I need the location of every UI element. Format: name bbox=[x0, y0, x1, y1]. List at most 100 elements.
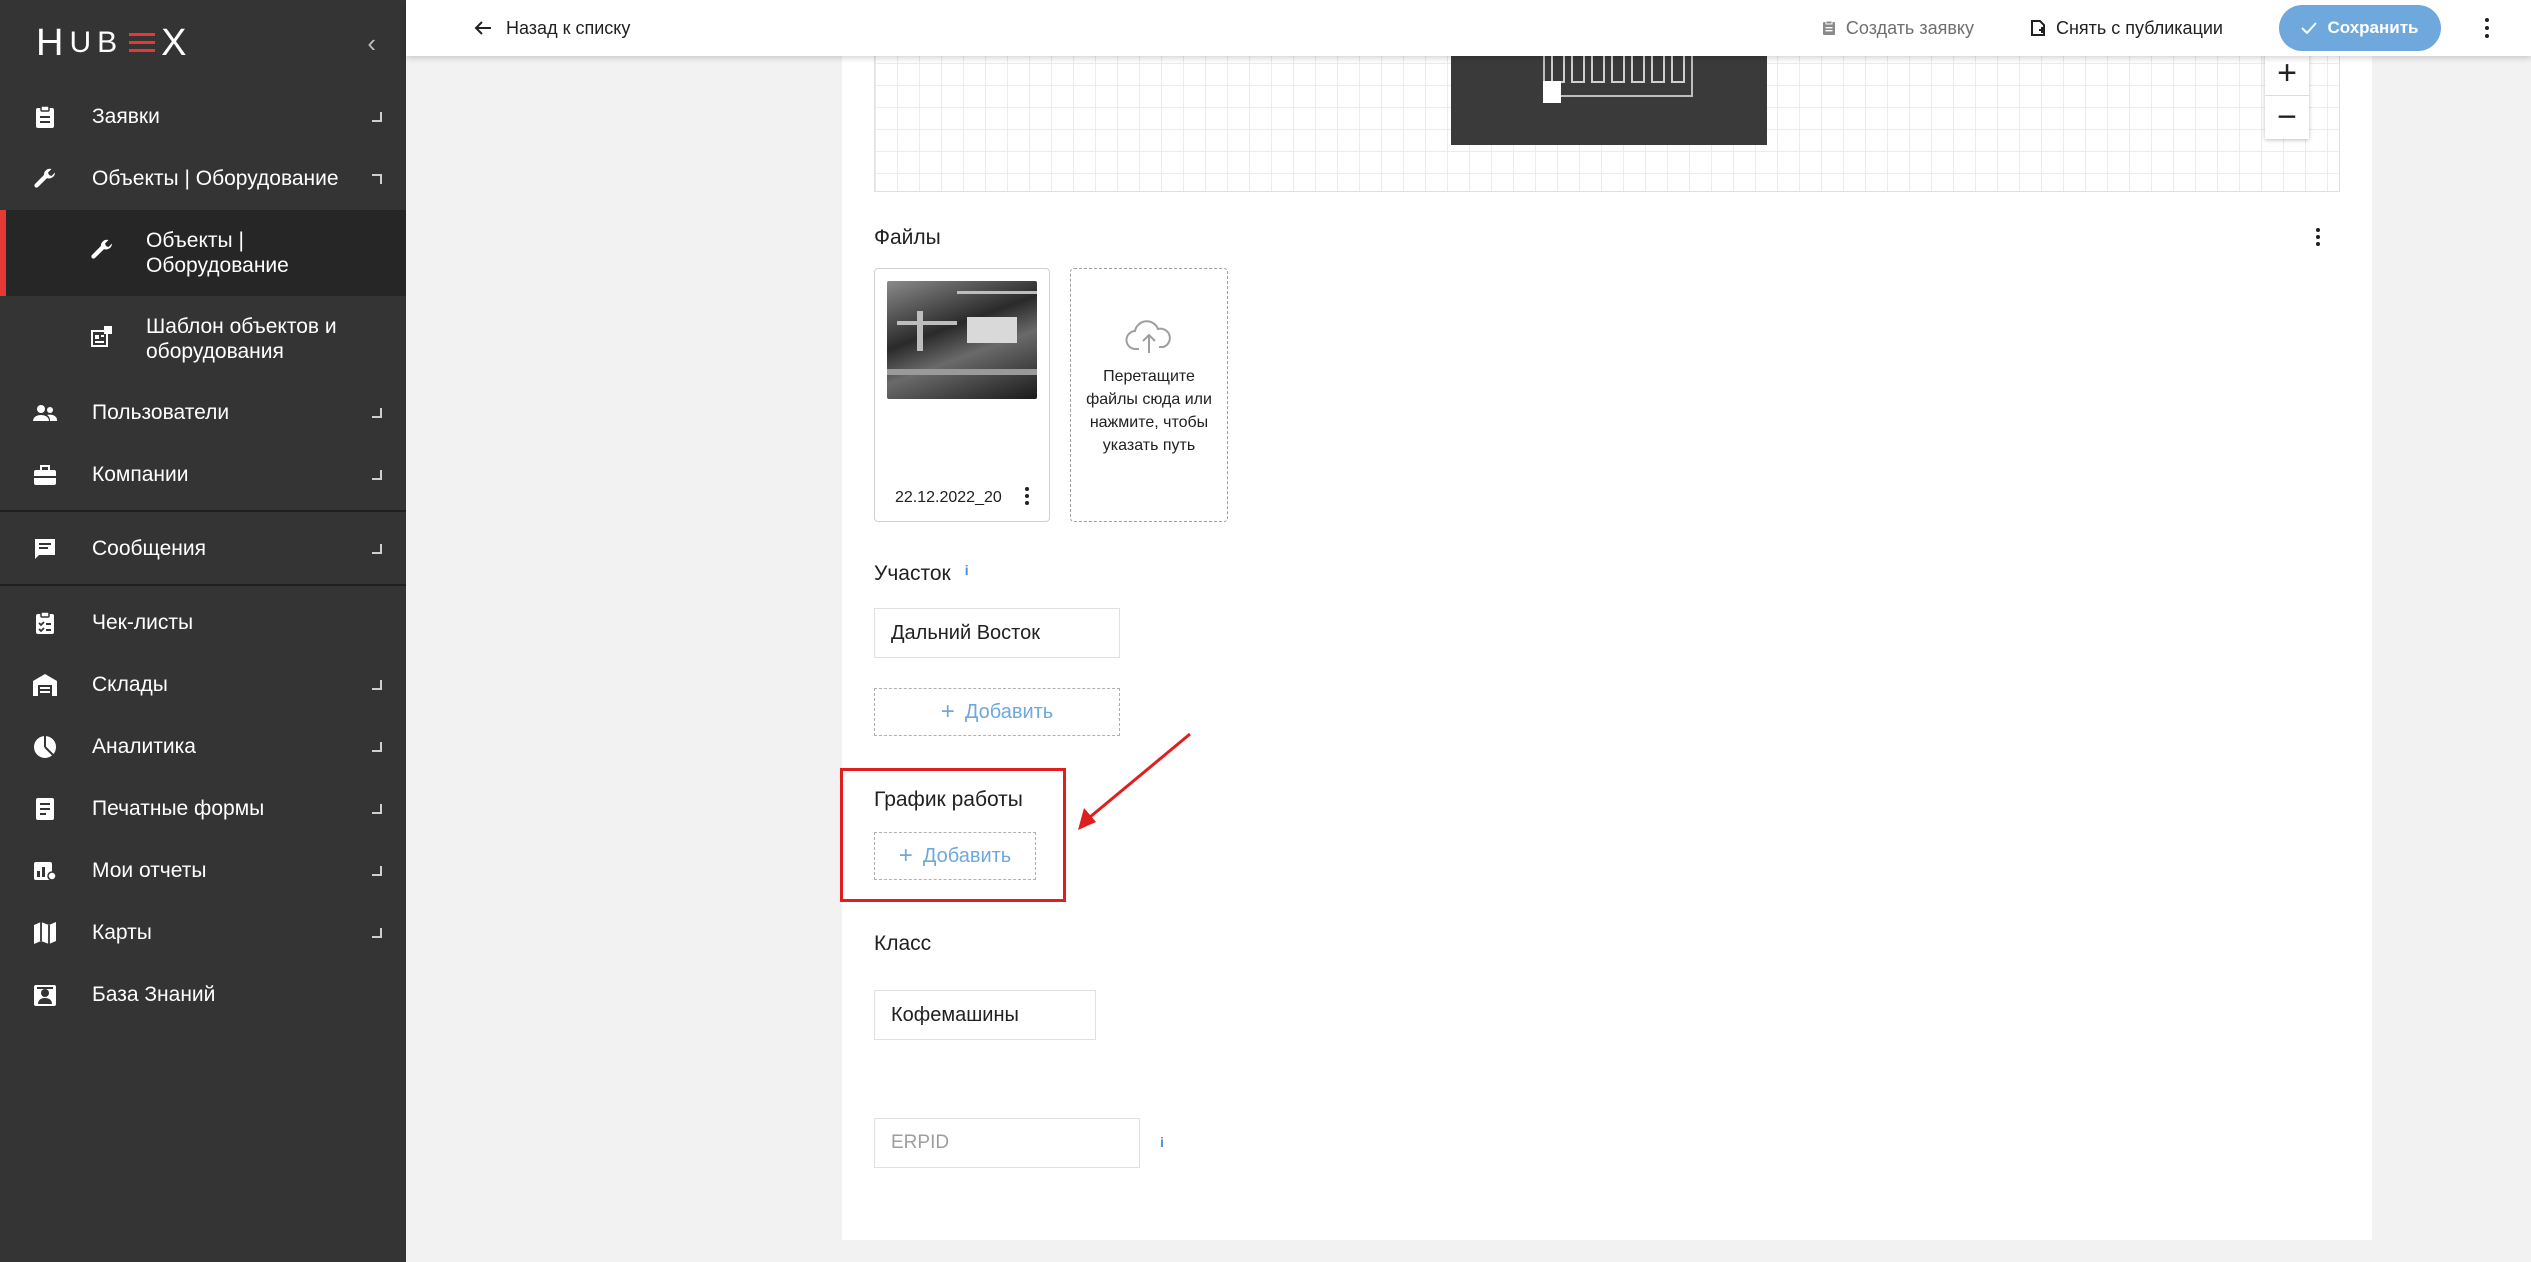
expand-icon bbox=[372, 928, 382, 938]
file-card[interactable]: 22.12.2022_20 bbox=[874, 268, 1050, 522]
save-button[interactable]: Сохранить bbox=[2279, 5, 2441, 51]
sidebar-item-checklists[interactable]: Чек-листы bbox=[0, 592, 406, 654]
class-value[interactable]: Кофемашины bbox=[874, 990, 1096, 1040]
create-request-button[interactable]: Создать заявку bbox=[1822, 18, 1974, 39]
sidebar-item-label: База Знаний bbox=[92, 983, 216, 1006]
file-menu-icon[interactable] bbox=[1025, 487, 1029, 505]
message-icon bbox=[32, 536, 58, 562]
info-icon[interactable]: i bbox=[965, 562, 969, 578]
sidebar-item-warehouses[interactable]: Склады bbox=[0, 654, 406, 716]
create-request-label: Создать заявку bbox=[1845, 17, 1974, 38]
pie-chart-icon bbox=[32, 734, 58, 760]
top-bar: Назад к списку Создать заявку Снять с пу… bbox=[406, 0, 2531, 56]
brand: H UB X ‹ bbox=[0, 0, 406, 86]
sidebar-nav-messages: Сообщения bbox=[0, 518, 406, 580]
file-thumbnail bbox=[887, 281, 1037, 399]
sidebar-item-label: Аналитика bbox=[92, 735, 196, 758]
warehouse-icon bbox=[32, 672, 58, 698]
expand-icon bbox=[372, 866, 382, 876]
expand-icon bbox=[372, 408, 382, 418]
files-title: Файлы bbox=[874, 226, 941, 249]
sidebar-item-objects[interactable]: Объекты | Оборудование bbox=[0, 148, 406, 210]
expand-icon bbox=[372, 470, 382, 480]
zoom-in-button[interactable]: + bbox=[2265, 51, 2309, 95]
map-marker[interactable] bbox=[1543, 81, 1561, 103]
expand-icon bbox=[372, 680, 382, 690]
erpid-field[interactable]: ERPID bbox=[874, 1118, 1140, 1168]
sidebar-item-maps[interactable]: Карты bbox=[0, 902, 406, 964]
arrow-left-icon bbox=[474, 21, 491, 35]
sidebar-item-label: Объекты | Оборудование bbox=[92, 167, 339, 190]
collapse-sidebar-icon[interactable]: ‹ bbox=[367, 28, 376, 59]
clipboard-icon bbox=[1822, 20, 1835, 35]
dropzone-text: Перетащите файлы сюда или нажмите, чтобы… bbox=[1086, 368, 1212, 454]
cloud-upload-icon bbox=[1125, 320, 1171, 353]
expand-icon bbox=[372, 742, 382, 752]
hubex-logo[interactable]: H UB X bbox=[36, 22, 193, 65]
sidebar-item-label: Печатные формы bbox=[92, 797, 265, 820]
file-dropzone[interactable]: Перетащите файлы сюда или нажмите, чтобы… bbox=[1070, 268, 1228, 522]
highlight-box bbox=[840, 768, 1066, 902]
users-icon bbox=[32, 400, 58, 426]
sidebar-item-label: Компании bbox=[92, 463, 189, 486]
sidebar-item-knowledge-base[interactable]: База Знаний bbox=[0, 964, 406, 1026]
info-icon[interactable]: i bbox=[1160, 1134, 1164, 1150]
sidebar-item-label: Склады bbox=[92, 673, 168, 696]
sidebar-item-analytics[interactable]: Аналитика bbox=[0, 716, 406, 778]
sidebar-item-label: Сообщения bbox=[92, 537, 206, 560]
clipboard-icon bbox=[32, 104, 58, 130]
floor-plan-map[interactable]: + − bbox=[874, 40, 2340, 192]
sidebar-item-label: Карты bbox=[92, 921, 152, 944]
knowledge-base-icon bbox=[32, 982, 58, 1008]
back-to-list-button[interactable]: Назад к списку bbox=[474, 18, 630, 39]
sidebar-subitem-objects[interactable]: Объекты | Оборудование bbox=[0, 210, 406, 296]
briefcase-icon bbox=[32, 462, 58, 488]
sidebar-item-companies[interactable]: Компании bbox=[0, 444, 406, 506]
annotation-arrow-icon bbox=[1078, 732, 1191, 830]
sidebar-item-label: Чек-листы bbox=[92, 611, 194, 634]
add-label: Добавить bbox=[964, 700, 1054, 723]
expand-icon bbox=[372, 804, 382, 814]
sidebar-item-print-forms[interactable]: Печатные формы bbox=[0, 778, 406, 840]
sidebar-item-users[interactable]: Пользователи bbox=[0, 382, 406, 444]
expand-icon bbox=[372, 544, 382, 554]
sidebar-subitem-template[interactable]: Шаблон объектов и оборудования bbox=[0, 296, 406, 382]
unpublish-label: Снять с публикации bbox=[2055, 17, 2223, 38]
divider bbox=[0, 510, 406, 512]
object-card: + − Файлы 22.12.2022_20 Перетащите файлы… bbox=[842, 40, 2372, 1240]
floor-plan-image bbox=[1451, 41, 1767, 145]
sidebar: H UB X ‹ Заявки Объекты | Оборудование Объ… bbox=[0, 0, 406, 1262]
plus-icon: + bbox=[940, 698, 955, 725]
sidebar-item-label: Пользователи bbox=[92, 401, 230, 424]
sidebar-item-messages[interactable]: Сообщения bbox=[0, 518, 406, 580]
divider bbox=[0, 584, 406, 586]
expand-icon bbox=[372, 112, 382, 122]
zoom-controls: + − bbox=[2265, 51, 2309, 139]
sidebar-item-reports[interactable]: Мои отчеты bbox=[0, 840, 406, 902]
sidebar-nav: Заявки Объекты | Оборудование Объекты | … bbox=[0, 86, 406, 506]
sidebar-item-label: Объекты | Оборудование bbox=[146, 229, 289, 277]
wrench-icon bbox=[90, 238, 116, 268]
files-menu-icon[interactable] bbox=[2316, 228, 2320, 246]
site-title-text: Участок bbox=[874, 562, 951, 585]
more-menu-icon[interactable] bbox=[2477, 18, 2497, 38]
wrench-icon bbox=[32, 166, 58, 192]
add-site-button[interactable]: + Добавить bbox=[874, 688, 1120, 736]
sidebar-item-label: Заявки bbox=[92, 105, 160, 128]
file-name: 22.12.2022_20 bbox=[895, 489, 1002, 506]
sidebar-item-label: Шаблон объектов и оборудования bbox=[146, 315, 337, 363]
report-icon bbox=[32, 858, 58, 884]
collapse-icon bbox=[372, 174, 382, 184]
check-icon bbox=[2301, 22, 2318, 34]
unpublish-icon bbox=[2030, 20, 2045, 36]
zoom-out-button[interactable]: − bbox=[2265, 95, 2309, 139]
sidebar-item-requests[interactable]: Заявки bbox=[0, 86, 406, 148]
sidebar-nav-rest: Чек-листы Склады Аналитика Печатные форм… bbox=[0, 592, 406, 1026]
site-value[interactable]: Дальний Восток bbox=[874, 608, 1120, 658]
sidebar-item-label: Мои отчеты bbox=[92, 859, 207, 882]
print-form-icon bbox=[32, 796, 58, 822]
back-label: Назад к списку bbox=[506, 17, 631, 38]
unpublish-button[interactable]: Снять с публикации bbox=[2030, 18, 2223, 39]
site-title: Участок i bbox=[874, 562, 969, 586]
map-icon bbox=[32, 920, 58, 946]
